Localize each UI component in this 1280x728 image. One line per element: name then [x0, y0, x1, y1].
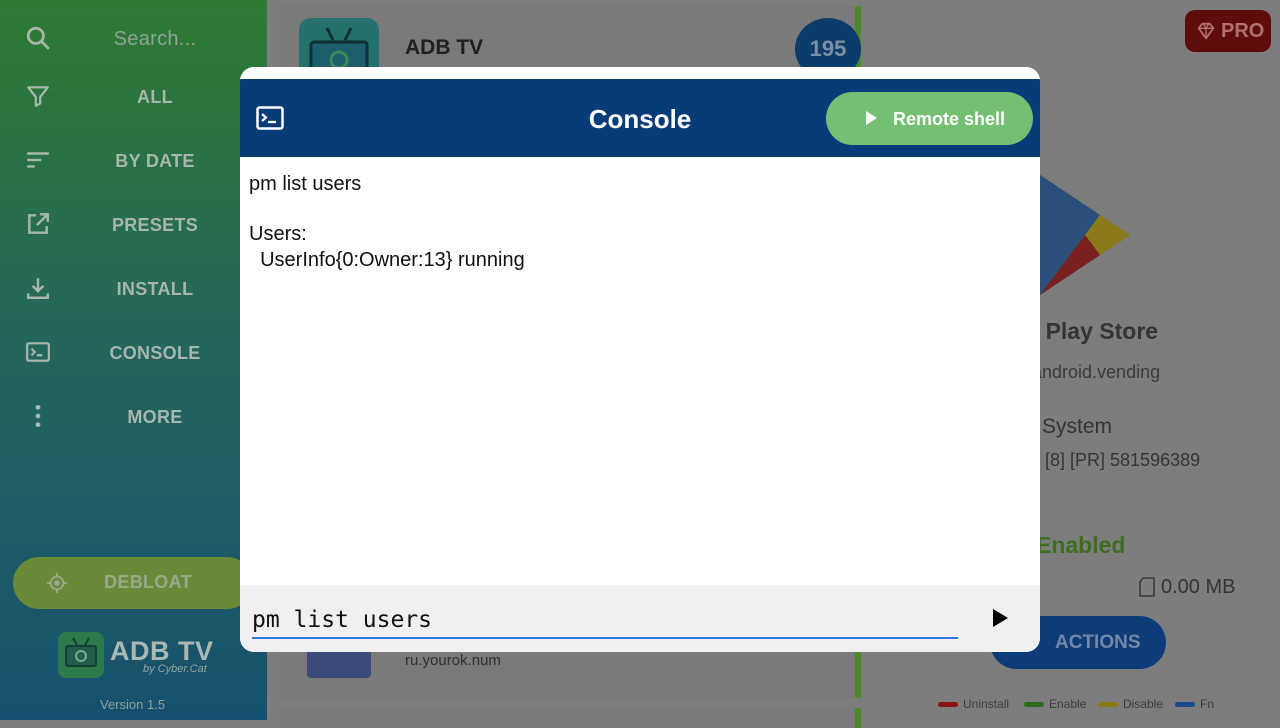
logo-subtitle: by Cyber.Cat	[143, 663, 207, 675]
pro-button[interactable]: PRO	[1185, 10, 1271, 52]
dialog-header: Console Remote shell	[240, 79, 1040, 157]
app-name: ADB TV	[405, 36, 484, 59]
app-logo	[58, 632, 104, 678]
filter-icon	[25, 83, 51, 109]
dialog-top-strip	[240, 67, 1040, 79]
app-list-item[interactable]	[279, 708, 861, 728]
terminal-icon	[25, 339, 51, 365]
sidebar-item-more[interactable]: MORE	[60, 407, 250, 428]
console-output: pm list users Users: UserInfo{0:Owner:13}…	[249, 171, 525, 273]
sort-icon	[25, 147, 51, 173]
version-label: Version 1.5	[100, 697, 166, 712]
external-link-icon	[25, 211, 51, 237]
legend-fn: Fn	[1175, 697, 1214, 711]
app-package: ru.yourok.num	[405, 652, 501, 669]
sidebar: Search... ALL BY DATE PRESETS INSTALL CO…	[0, 0, 267, 720]
command-input[interactable]	[252, 603, 958, 639]
search-icon[interactable]	[25, 25, 51, 51]
sd-card-icon	[1139, 577, 1155, 597]
remote-shell-label: Remote shell	[893, 109, 1006, 129]
download-icon	[25, 275, 51, 301]
sidebar-item-by-date[interactable]: BY DATE	[60, 151, 250, 172]
send-icon	[993, 609, 1008, 627]
detail-type: System	[1042, 415, 1113, 438]
send-button[interactable]	[985, 605, 1015, 635]
sidebar-item-console[interactable]: CONSOLE	[60, 343, 250, 364]
legend-uninstall: Uninstall	[938, 697, 1009, 711]
pro-label: PRO	[1221, 20, 1265, 42]
legend-enable: Enable	[1024, 697, 1086, 711]
search-input[interactable]: Search...	[60, 28, 250, 51]
detail-package: android.vending	[1032, 362, 1161, 382]
sidebar-item-install[interactable]: INSTALL	[60, 279, 250, 300]
legend-disable: Disable	[1098, 697, 1163, 711]
actions-label: ACTIONS	[1055, 632, 1141, 653]
detail-version: [8] [PR] 581596389	[1045, 450, 1201, 470]
play-icon	[866, 111, 877, 125]
detail-app-name: le Play Store	[1020, 318, 1159, 344]
sidebar-item-presets[interactable]: PRESETS	[60, 215, 250, 236]
debloat-label: DEBLOAT	[104, 572, 192, 592]
output-line: Users:	[249, 223, 307, 245]
output-line: pm list users	[249, 173, 362, 195]
console-dialog: Console Remote shell pm list users Users:…	[240, 67, 1040, 652]
command-input-bar	[240, 585, 1040, 652]
detail-size: 0.00 MB	[1161, 576, 1236, 598]
remote-shell-button[interactable]: Remote shell	[826, 92, 1033, 145]
output-line: UserInfo{0:Owner:13} running	[249, 249, 525, 271]
sidebar-item-all[interactable]: ALL	[60, 87, 250, 108]
more-vertical-icon	[25, 403, 51, 429]
diamond-icon	[1197, 22, 1215, 40]
detail-status: Enabled	[1036, 532, 1126, 558]
debloat-button[interactable]: DEBLOAT	[13, 557, 253, 609]
